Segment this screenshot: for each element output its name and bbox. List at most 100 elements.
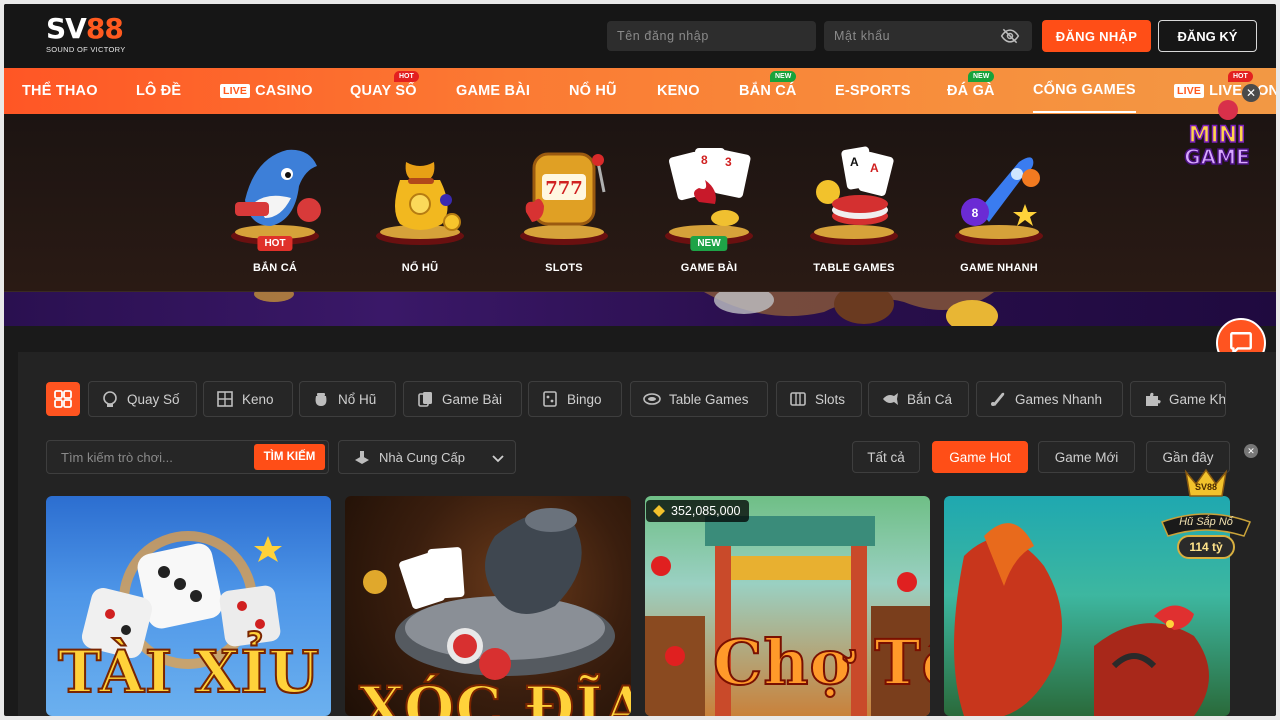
new-tag: NEW: [770, 71, 797, 82]
category-table-games[interactable]: A A TABLE GAMES: [794, 140, 914, 280]
game-title: TÀI XỈU: [57, 637, 321, 707]
nav-item-casino[interactable]: LIVE CASINO: [220, 68, 313, 114]
nav-item-the-thao[interactable]: THỂ THAO: [22, 68, 98, 114]
category-label: GAME BÀI: [680, 262, 738, 274]
chip-table-games[interactable]: Table Games: [630, 381, 768, 417]
sort-game-hot[interactable]: Game Hot: [932, 441, 1028, 473]
top-header: SV88 SOUND OF VICTORY ĐĂNG NHẬP ĐĂNG KÝ: [4, 4, 1276, 68]
slot-reels-icon: [790, 392, 806, 406]
banner-art: [254, 292, 998, 326]
keno-grid-icon: [217, 391, 233, 407]
category-game-nhanh[interactable]: 8 GAME NHANH: [939, 140, 1059, 280]
provider-select[interactable]: Nhà Cung Cấp: [338, 440, 516, 474]
nav-label: BẮN CÁ: [739, 83, 797, 99]
jackpot-pot-icon: [315, 393, 327, 406]
nav-item-e-sports[interactable]: E-SPORTS: [835, 68, 911, 114]
svg-text:777: 777: [545, 178, 583, 199]
register-button[interactable]: ĐĂNG KÝ: [1158, 20, 1257, 52]
chip-label: Table Games: [669, 391, 749, 407]
chip-ban-ca[interactable]: Bắn Cá: [868, 381, 969, 417]
category-no-hu[interactable]: NỔ HŨ: [360, 140, 480, 280]
chip-label: Game Bài: [442, 391, 503, 407]
search-button[interactable]: TÌM KIẾM: [254, 444, 325, 470]
category-game-bai[interactable]: 8 3 NEW GAME BÀI: [649, 140, 769, 280]
category-ban-ca[interactable]: HOT BẮN CÁ: [215, 140, 335, 280]
live-badge: LIVE: [220, 84, 251, 98]
nav-item-keno[interactable]: KENO: [657, 68, 700, 114]
svg-text:A: A: [870, 161, 879, 175]
sort-all[interactable]: Tất cả: [852, 441, 920, 473]
logo-wordmark: SV88: [46, 14, 136, 44]
chip-bingo[interactable]: Bingo: [528, 381, 622, 417]
username-input[interactable]: [607, 21, 816, 51]
provider-icon: [355, 451, 369, 464]
game-card-cho-tet[interactable]: Chợ Tết: [645, 496, 930, 716]
all-categories-grid-button[interactable]: [46, 382, 80, 416]
nav-item-lo-de[interactable]: LÔ ĐỀ: [136, 68, 181, 114]
chip-game-bai[interactable]: Game Bài: [403, 381, 522, 417]
login-button[interactable]: ĐĂNG NHẬP: [1042, 20, 1151, 52]
sort-game-moi[interactable]: Game Mới: [1038, 441, 1135, 473]
chip-quay-so[interactable]: Quay Số: [88, 381, 197, 417]
chip-label: Game Khác: [1169, 391, 1226, 407]
live-badge: LIVE: [1174, 84, 1205, 98]
svg-text:8: 8: [701, 153, 708, 167]
casino-chips-icon: A A: [804, 140, 904, 248]
promo-banner[interactable]: [4, 292, 1276, 326]
svg-text:3: 3: [725, 155, 732, 169]
game-search: TÌM KIẾM: [46, 440, 329, 474]
svg-text:GAME: GAME: [1184, 145, 1249, 169]
chip-no-hu[interactable]: Nổ Hũ: [299, 381, 396, 417]
playing-cards-icon: 8 3 NEW: [659, 140, 759, 251]
mini-game-close-icon[interactable]: ✕: [1242, 84, 1260, 102]
table-icon: [643, 393, 661, 405]
sv88-logo[interactable]: SV88 SOUND OF VICTORY: [46, 14, 136, 58]
game-title: Chợ Tết: [712, 625, 930, 700]
hot-tag: HOT: [1228, 71, 1253, 82]
nav-label: QUAY SỐ: [350, 83, 417, 99]
logo-tagline: SOUND OF VICTORY: [46, 45, 126, 54]
svg-text:8: 8: [972, 206, 979, 220]
puzzle-icon: [1146, 392, 1161, 406]
fish-icon: [883, 393, 898, 405]
chip-label: Games Nhanh: [1015, 391, 1103, 407]
new-badge: NEW: [690, 236, 728, 251]
jackpot-close-icon[interactable]: ✕: [1244, 444, 1258, 458]
category-label: GAME NHANH: [960, 262, 1038, 274]
rocket-small-icon: [991, 392, 1005, 406]
chip-label: Keno: [242, 391, 274, 407]
jackpot-label: Hũ Sắp Nổ: [1179, 516, 1233, 528]
chip-keno[interactable]: Keno: [203, 381, 293, 417]
jackpot-brand: SV88: [1194, 482, 1218, 492]
nav-item-no-hu[interactable]: NỔ HŨ: [569, 68, 617, 114]
chip-label: Bắn Cá: [907, 391, 953, 407]
nav-label: NỔ HŨ: [569, 83, 617, 99]
chip-games-nhanh[interactable]: Games Nhanh: [976, 381, 1123, 417]
mini-game-widget[interactable]: MINI GAME: [1170, 98, 1264, 178]
coin-icon: [653, 505, 665, 517]
game-card-tai-xiu[interactable]: TÀI XỈU: [46, 496, 331, 716]
nav-label: CASINO: [255, 83, 313, 99]
nav-label: THỂ THAO: [22, 83, 98, 99]
provider-label: Nhà Cung Cấp: [379, 449, 465, 465]
nav-item-cong-games[interactable]: CỔNG GAMES: [1033, 68, 1136, 113]
lottery-ball-icon: [103, 391, 117, 407]
chip-slots[interactable]: Slots: [776, 381, 862, 417]
chip-label: Slots: [815, 391, 846, 407]
browser-viewport: SV88 SOUND OF VICTORY ĐĂNG NHẬP ĐĂNG KÝ …: [4, 4, 1276, 716]
chip-label: Quay Số: [127, 391, 180, 407]
jackpot-counter: 352,085,000: [646, 500, 749, 522]
category-slots[interactable]: 777 SLOTS: [504, 140, 624, 280]
eye-slash-icon[interactable]: [1000, 26, 1020, 46]
category-label: TABLE GAMES: [813, 262, 895, 274]
game-card-xoc-dia[interactable]: XÓC ĐĨA: [345, 496, 631, 716]
chip-label: Nổ Hũ: [338, 391, 377, 407]
nav-item-game-bai[interactable]: GAME BÀI: [456, 68, 530, 114]
game-search-input[interactable]: [55, 442, 251, 472]
jackpot-badge[interactable]: SV88 Hũ Sắp Nổ 114 tỷ: [1156, 466, 1256, 560]
logo-text: SV88: [46, 12, 124, 45]
chip-game-khac[interactable]: Game Khác: [1130, 381, 1226, 417]
category-label: NỔ HŨ: [401, 262, 439, 274]
nav-label: GAME BÀI: [456, 83, 531, 99]
slot-machine-icon: 777: [514, 140, 614, 248]
